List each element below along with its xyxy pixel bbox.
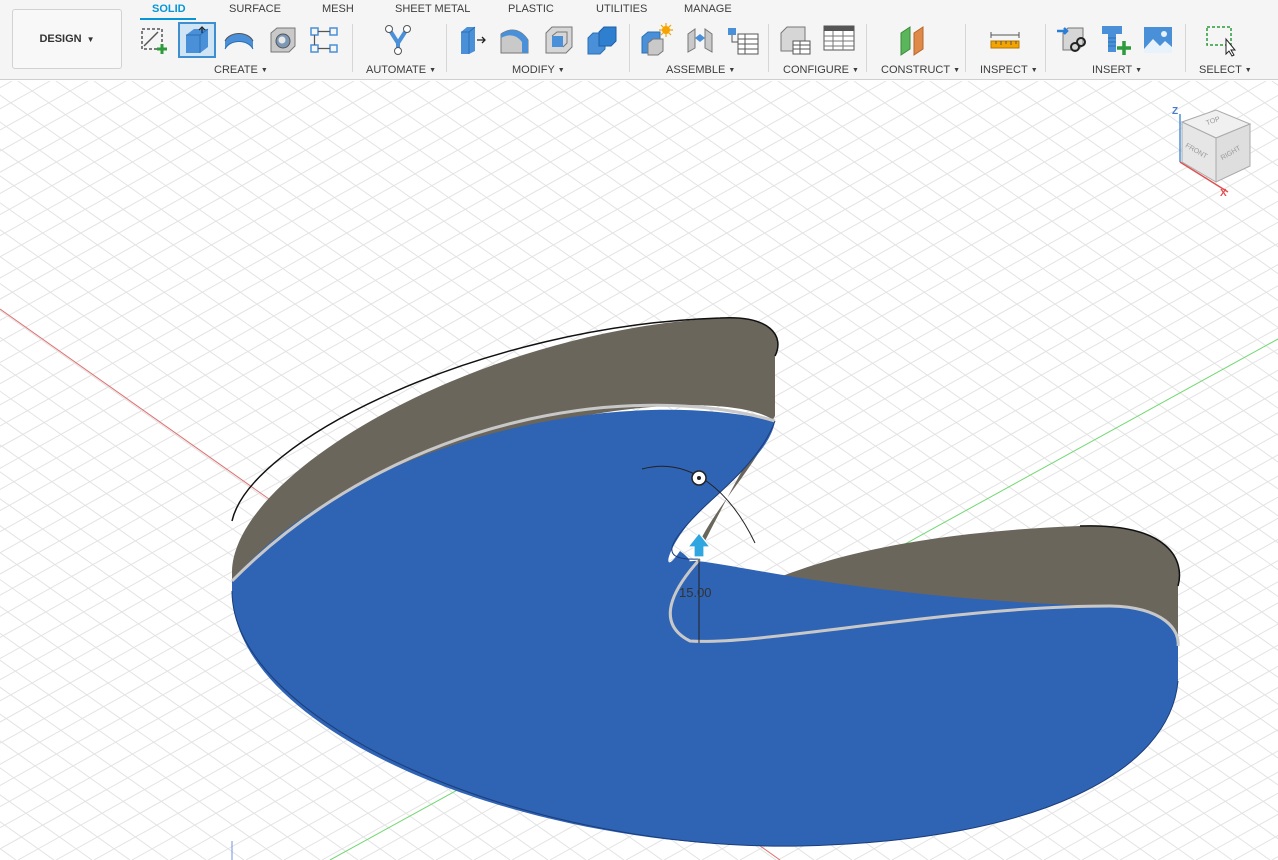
active-tab-indicator (140, 18, 196, 20)
extrude-distance-label[interactable]: 15.00 (679, 585, 712, 600)
insert-image-button[interactable] (1141, 22, 1175, 58)
tab-sheet-metal[interactable]: SHEET METAL (395, 3, 470, 15)
automate-icon (381, 23, 415, 57)
toolbar-separator (1185, 24, 1186, 72)
tab-utilities[interactable]: UTILITIES (596, 3, 647, 15)
toolbar-separator (1045, 24, 1046, 72)
workspace-switcher-button[interactable]: DESIGN ▼ (12, 9, 122, 69)
tab-mesh[interactable]: MESH (322, 3, 354, 15)
create-sketch-button[interactable] (137, 22, 171, 58)
group-construct-label[interactable]: CONSTRUCT ▼ (881, 64, 960, 76)
tab-plastic[interactable]: PLASTIC (508, 3, 554, 15)
group-configure-label[interactable]: CONFIGURE ▼ (783, 64, 859, 76)
fillet-button[interactable] (498, 22, 532, 58)
dropdown-caret-icon: ▼ (86, 34, 95, 44)
measure-button[interactable] (988, 22, 1022, 58)
viewcube-x-label: X (1220, 188, 1227, 199)
bom-icon (726, 24, 760, 56)
toolbar: DESIGN ▼ SOLID SURFACE MESH SHEET METAL … (0, 0, 1278, 80)
bom-button[interactable] (726, 22, 760, 58)
joint-icon (684, 24, 716, 56)
window-select-icon (1204, 23, 1238, 57)
group-modify-label[interactable]: MODIFY ▼ (512, 64, 565, 76)
hole-icon (268, 25, 298, 55)
configuration-table-button[interactable] (822, 22, 856, 58)
press-pull-icon (457, 24, 489, 56)
new-component-icon (639, 23, 673, 57)
view-cube[interactable]: Z X TOP FRONT RIGHT (1168, 100, 1260, 206)
workspace-label: DESIGN (39, 33, 82, 45)
toolbar-separator (446, 24, 447, 72)
toolbar-separator (866, 24, 867, 72)
automate-button[interactable] (381, 22, 415, 58)
insert-mcmaster-button[interactable] (1098, 22, 1132, 58)
plane-icon (897, 23, 933, 57)
viewcube-z-label: Z (1172, 106, 1179, 117)
rotation-handle-dot (697, 476, 701, 480)
fillet-icon (498, 24, 532, 56)
extrude-icon (182, 25, 212, 55)
create-sketch-icon (138, 24, 170, 56)
measure-icon (988, 25, 1022, 55)
group-insert-label[interactable]: INSERT ▼ (1092, 64, 1142, 76)
group-create-label[interactable]: CREATE ▼ (214, 64, 268, 76)
tab-surface[interactable]: SURFACE (229, 3, 281, 15)
hole-button[interactable] (266, 22, 300, 58)
toolbar-separator (629, 24, 630, 72)
group-inspect-label[interactable]: INSPECT ▼ (980, 64, 1038, 76)
window-select-button[interactable] (1204, 22, 1238, 58)
toolbar-separator (352, 24, 353, 72)
revolve-button[interactable] (222, 22, 256, 58)
combine-button[interactable] (585, 22, 619, 58)
shell-icon (543, 24, 575, 56)
group-select-label[interactable]: SELECT ▼ (1199, 64, 1252, 76)
plane-button[interactable] (898, 22, 932, 58)
insert-derive-button[interactable] (1055, 22, 1089, 58)
toolbar-separator (965, 24, 966, 72)
combine-icon (585, 24, 619, 56)
shell-button[interactable] (542, 22, 576, 58)
extrude-button[interactable] (178, 22, 216, 58)
configure-icon (778, 23, 812, 57)
configuration-table-icon (822, 23, 856, 57)
insert-mcmaster-icon (1098, 23, 1132, 57)
revolve-icon (222, 25, 256, 55)
insert-image-icon (1142, 25, 1174, 55)
group-assemble-label[interactable]: ASSEMBLE ▼ (666, 64, 735, 76)
group-automate-label[interactable]: AUTOMATE ▼ (366, 64, 436, 76)
new-component-button[interactable] (639, 22, 673, 58)
canvas-viewport[interactable]: 15.00 (0, 81, 1278, 860)
pattern-icon (308, 24, 340, 56)
model-canvas[interactable] (0, 81, 1278, 860)
tab-manage[interactable]: MANAGE (684, 3, 732, 15)
configure-button[interactable] (778, 22, 812, 58)
pattern-button[interactable] (307, 22, 341, 58)
tab-solid[interactable]: SOLID (152, 3, 186, 15)
joint-button[interactable] (683, 22, 717, 58)
press-pull-button[interactable] (456, 22, 490, 58)
insert-derive-icon (1055, 23, 1089, 57)
toolbar-separator (768, 24, 769, 72)
